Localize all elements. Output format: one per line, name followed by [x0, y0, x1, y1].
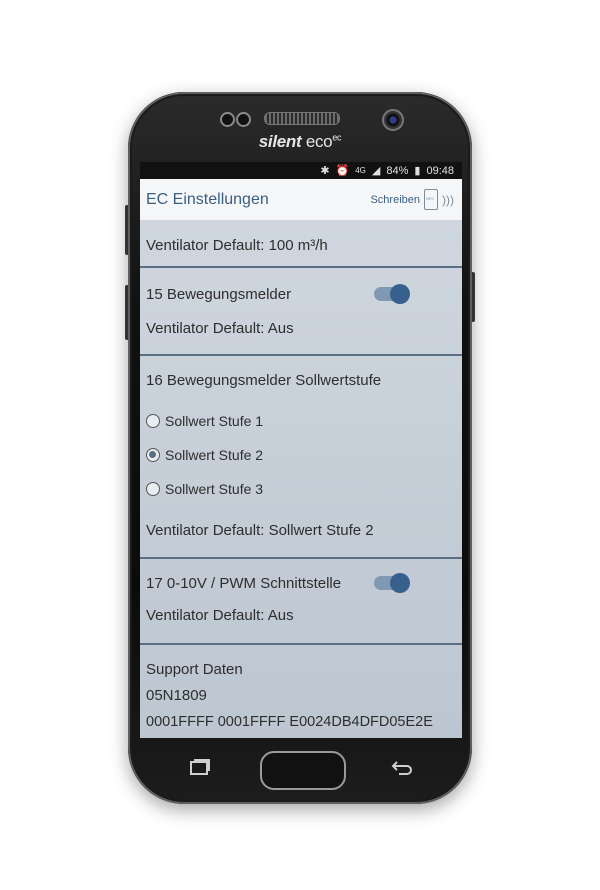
- status-bar: ✱ ⏰ 4G ◢ 84% ▮ 09:48: [140, 162, 462, 179]
- radio-button[interactable]: [146, 482, 160, 496]
- signal-icon: ◢: [371, 165, 381, 177]
- battery-icon: ▮: [414, 165, 421, 177]
- radio-button[interactable]: [146, 414, 160, 428]
- recent-apps-icon[interactable]: [189, 758, 211, 781]
- nfc-waves-icon: ))): [442, 192, 454, 207]
- setting-16: 16 Bewegungsmelder Sollwertstufe Sollwer…: [140, 356, 462, 559]
- bluetooth-icon: ✱: [320, 165, 330, 177]
- home-button[interactable]: [260, 751, 346, 790]
- alarm-icon: ⏰: [335, 165, 350, 177]
- setting-15-toggle[interactable]: [374, 284, 410, 304]
- page-title: EC Einstellungen: [146, 190, 269, 208]
- toggle-knob: [390, 284, 410, 304]
- radio-label: Sollwert Stufe 2: [165, 447, 264, 463]
- phone-screen: ✱ ⏰ 4G ◢ 84% ▮ 09:48 EC Einstellungen Sc…: [140, 162, 462, 738]
- app-bar: EC Einstellungen Schreiben NFC ))): [140, 179, 462, 220]
- ventilator-default-text: Ventilator Default: 100 m³/h: [146, 236, 328, 254]
- radio-button-selected[interactable]: [146, 448, 160, 462]
- setting-17: 17 0-10V / PWM Schnittstelle Ventilator …: [140, 559, 462, 645]
- ventilator-default-row: Ventilator Default: 100 m³/h: [140, 220, 462, 268]
- support-section: Support Daten 05N1809 0001FFFF 0001FFFF …: [140, 645, 462, 738]
- earpiece-speaker: [264, 112, 340, 125]
- proximity-sensor: [220, 112, 235, 127]
- radio-label: Sollwert Stufe 1: [165, 413, 264, 429]
- write-label: Schreiben: [370, 193, 420, 206]
- clock: 09:48: [426, 164, 454, 177]
- radio-option-stufe-3[interactable]: Sollwert Stufe 3: [146, 472, 456, 506]
- brand-logo: silent ecoec: [258, 132, 342, 151]
- light-sensor: [236, 112, 251, 127]
- toggle-knob: [390, 573, 410, 593]
- radio-label: Sollwert Stufe 3: [165, 481, 264, 497]
- back-icon[interactable]: [391, 758, 413, 781]
- setting-16-title: 16 Bewegungsmelder Sollwertstufe: [146, 371, 382, 389]
- setting-17-toggle[interactable]: [374, 573, 410, 593]
- setting-17-default: Ventilator Default: Aus: [146, 607, 294, 624]
- front-camera: [382, 109, 404, 131]
- support-title: Support Daten: [146, 661, 243, 678]
- battery-level: 84%: [386, 164, 409, 177]
- radio-option-stufe-2[interactable]: Sollwert Stufe 2: [146, 438, 456, 472]
- network-type: 4G: [355, 166, 366, 175]
- setting-17-title: 17 0-10V / PWM Schnittstelle: [146, 574, 342, 592]
- support-id: 05N1809: [146, 687, 207, 704]
- settings-list: Ventilator Default: 100 m³/h 15 Bewegung…: [140, 220, 462, 738]
- radio-option-stufe-1[interactable]: Sollwert Stufe 1: [146, 404, 456, 438]
- setting-15-title: 15 Bewegungsmelder: [146, 285, 292, 303]
- support-code: 0001FFFF 0001FFFF E0024DB4DFD05E2E: [146, 714, 433, 730]
- setting-15-default: Ventilator Default: Aus: [146, 320, 294, 337]
- setting-15: 15 Bewegungsmelder Ventilator Default: A…: [140, 268, 462, 356]
- nfc-phone-icon: NFC: [424, 189, 438, 210]
- setting-16-default: Ventilator Default: Sollwert Stufe 2: [146, 521, 374, 539]
- write-button[interactable]: Schreiben NFC ))): [370, 189, 454, 210]
